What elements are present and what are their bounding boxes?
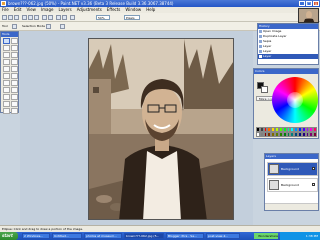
paintbrush-icon[interactable] — [3, 73, 10, 79]
current-tool-icon[interactable] — [12, 24, 17, 29]
lasso-icon[interactable] — [3, 45, 10, 51]
layer-visibility-checkbox[interactable] — [312, 167, 315, 170]
layer-thumbnail — [269, 164, 279, 174]
tool-label: Tool — [2, 24, 8, 28]
freeform-icon[interactable] — [11, 108, 18, 114]
photo-canvas[interactable] — [88, 38, 234, 220]
deselect-icon[interactable] — [48, 15, 53, 20]
move-selected-icon[interactable] — [11, 45, 18, 51]
layer-name: Background — [281, 167, 299, 171]
taskbar-item[interactable]: post-view-2... — [206, 233, 240, 239]
sepia-portrait — [89, 39, 233, 219]
open-icon[interactable] — [8, 15, 13, 20]
eraser-icon[interactable] — [11, 73, 18, 79]
history-window: History Open Image Duplicate Layer Sepia… — [257, 23, 319, 65]
pencil-icon[interactable] — [3, 80, 10, 86]
thumbnail-preview — [299, 9, 318, 22]
canvas-area[interactable] — [20, 31, 253, 225]
secondary-color-swatch[interactable] — [261, 86, 268, 93]
rectangle-select-icon[interactable] — [3, 38, 10, 44]
ellipse-icon[interactable] — [3, 108, 10, 114]
crop-icon[interactable] — [42, 15, 47, 20]
paste-icon[interactable] — [34, 15, 39, 20]
layer-visibility-checkbox[interactable] — [312, 183, 315, 186]
layer-item[interactable]: Background — [267, 178, 318, 192]
grid-icon[interactable] — [70, 15, 75, 20]
tools-window: Tools — [0, 31, 19, 115]
new-icon[interactable] — [2, 15, 7, 20]
history-item-selected[interactable]: Layer — [258, 54, 318, 59]
color-picker-icon[interactable] — [11, 80, 18, 86]
save-icon[interactable] — [14, 15, 19, 20]
copy-icon[interactable] — [28, 15, 33, 20]
start-button[interactable]: start — [0, 232, 18, 240]
main-toolbar: 50% Pixels — [0, 13, 320, 22]
ellipse-select-icon[interactable] — [3, 52, 10, 58]
status-bar: Ellipse: Click and drag to draw a portio… — [0, 225, 320, 232]
redo-icon[interactable] — [62, 15, 67, 20]
taskbar-item[interactable]: 2 Windows... — [22, 233, 50, 239]
recolor-icon[interactable] — [11, 87, 18, 93]
layers-toolbar — [265, 203, 318, 210]
layers-window: Layers Background Background — [264, 153, 319, 211]
clock: 1:38 PM — [305, 234, 318, 238]
layer-name: Background — [281, 183, 299, 187]
move-selection-icon[interactable] — [11, 38, 18, 44]
cut-icon[interactable] — [22, 15, 27, 20]
layers-title: Layers — [265, 154, 318, 159]
units-select[interactable]: Pixels — [124, 15, 140, 20]
window-controls: _ □ x — [299, 1, 319, 6]
image-thumbnail[interactable] — [298, 8, 319, 23]
color-wheel-center — [287, 92, 303, 108]
taskbar-item-active[interactable]: brown???-062.jpg (5... — [124, 233, 164, 239]
minimize-button[interactable]: _ — [299, 1, 305, 6]
text-icon[interactable] — [3, 94, 10, 100]
maximize-button[interactable]: □ — [306, 1, 312, 6]
palette-swatch[interactable] — [313, 132, 317, 137]
selection-mode-label: Selection Mode — [22, 24, 45, 28]
clone-stamp-icon[interactable] — [3, 87, 10, 93]
magic-wand-icon[interactable] — [3, 59, 10, 65]
taskbar: start 2 Windows... Untitled... photos at… — [0, 232, 320, 240]
zoom-icon[interactable] — [11, 52, 18, 58]
taskbar-item[interactable]: Blogger: Pics - Sa... — [166, 233, 204, 239]
pan-icon[interactable] — [11, 59, 18, 65]
selection-mode-icon[interactable] — [46, 24, 51, 29]
gradient-icon[interactable] — [11, 66, 18, 72]
colors-window: Colors More >> — [253, 68, 319, 139]
zoom-field[interactable]: 50% — [96, 15, 110, 20]
taskbar-item[interactable]: photos at museum... — [84, 233, 122, 239]
window-title: brown???-062.jpg (50%) - Paint.NET v3.36… — [8, 1, 174, 6]
line-icon[interactable] — [11, 94, 18, 100]
paint-net-icon — [1, 1, 6, 6]
taskbar-item[interactable]: Untitled... — [52, 233, 82, 239]
tools-grid — [1, 37, 18, 115]
rectangle-icon[interactable] — [3, 101, 10, 107]
layer-item[interactable]: Background — [267, 162, 318, 176]
title-bar: brown???-062.jpg (50%) - Paint.NET v3.36… — [0, 0, 320, 7]
paint-bucket-icon[interactable] — [3, 66, 10, 72]
system-tray: Wondershare 1:38 PM — [254, 232, 320, 240]
close-button[interactable]: x — [313, 1, 319, 6]
colors-title: Colors — [254, 69, 318, 74]
layer-thumbnail — [269, 180, 279, 190]
rounded-rectangle-icon[interactable] — [11, 101, 18, 107]
antialias-icon[interactable] — [60, 24, 65, 29]
tray-app-button[interactable]: Wondershare — [254, 233, 278, 239]
color-palette — [256, 127, 317, 137]
undo-icon[interactable] — [56, 15, 61, 20]
